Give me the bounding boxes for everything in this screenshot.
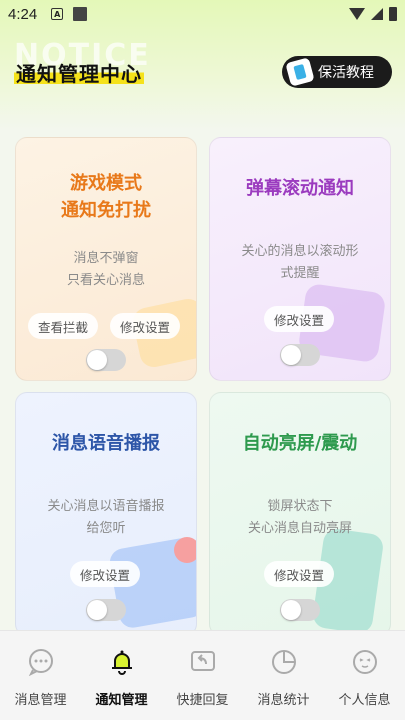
nav-message-management[interactable]: 消息管理 [0, 631, 81, 720]
nav-message-statistics[interactable]: 消息统计 [243, 631, 324, 720]
pie-chart-icon [269, 647, 299, 677]
app-notification-icon: A [51, 8, 64, 20]
nav-label: 个人信息 [338, 693, 391, 708]
game-mode-toggle[interactable] [86, 349, 126, 371]
card-title: 弹幕滚动通知 [246, 178, 354, 199]
view-intercepted-button[interactable]: 查看拦截 [28, 313, 99, 339]
card-title-line1: 游戏模式 [70, 173, 142, 194]
chat-bubble-icon [26, 647, 56, 677]
nav-label: 消息统计 [257, 693, 310, 708]
nav-personal-info[interactable]: 个人信息 [324, 631, 405, 720]
bottom-navigation: 消息管理 通知管理 快捷回复 消息统计 个人信息 [0, 630, 405, 720]
page-title: 通知管理中心 [14, 58, 144, 86]
voice-broadcast-card: 消息语音播报 关心消息以语音播报 给您听 修改设置 [15, 392, 197, 636]
voice-broadcast-toggle[interactable] [86, 599, 126, 621]
signal-icon [371, 8, 383, 20]
status-bar: 4:24 A [0, 0, 405, 28]
modify-settings-button[interactable]: 修改设置 [264, 306, 335, 332]
app-square-icon [73, 7, 88, 21]
bell-icon [107, 647, 137, 677]
card-desc-line2: 只看关心消息 [66, 273, 145, 288]
card-desc-line2: 给您听 [86, 521, 126, 536]
badge-illustration [174, 537, 196, 563]
card-desc-line1: 锁屏状态下 [267, 499, 333, 514]
reply-icon [188, 647, 218, 677]
phone-icon [285, 57, 315, 87]
auto-wake-card: 自动亮屏/震动 锁屏状态下 关心消息自动亮屏 修改设置 [209, 392, 391, 636]
modify-settings-button[interactable]: 修改设置 [110, 313, 181, 339]
nav-notification-management[interactable]: 通知管理 [81, 631, 162, 720]
card-desc-line2: 式提醒 [280, 266, 320, 281]
card-desc-line1: 消息不弹窗 [73, 251, 139, 266]
card-desc-line2: 关心消息自动亮屏 [247, 521, 352, 536]
card-desc-line1: 关心的消息以滚动形 [241, 244, 359, 259]
card-title: 自动亮屏/震动 [242, 433, 358, 454]
barrage-notification-card: 弹幕滚动通知 关心的消息以滚动形 式提醒 修改设置 [209, 137, 391, 381]
barrage-toggle[interactable] [280, 344, 320, 366]
nav-label: 快捷回复 [176, 693, 229, 708]
game-mode-card: 游戏模式 通知免打扰 消息不弹窗 只看关心消息 查看拦截 修改设置 [15, 137, 197, 381]
nav-label: 消息管理 [14, 693, 67, 708]
status-indicators [349, 7, 397, 21]
wifi-icon [349, 8, 365, 20]
person-face-icon [350, 647, 380, 677]
modify-settings-button[interactable]: 修改设置 [70, 561, 141, 587]
nav-quick-reply[interactable]: 快捷回复 [162, 631, 243, 720]
nav-label: 通知管理 [95, 693, 148, 708]
status-time: 4:24 [8, 5, 38, 23]
auto-wake-toggle[interactable] [280, 599, 320, 621]
card-title: 消息语音播报 [52, 433, 160, 454]
keep-alive-tutorial-button[interactable]: 保活教程 [282, 56, 392, 88]
card-title-line2: 通知免打扰 [61, 200, 151, 221]
card-desc-line1: 关心消息以语音播报 [47, 499, 165, 514]
tutorial-label: 保活教程 [318, 65, 374, 81]
modify-settings-button[interactable]: 修改设置 [264, 561, 335, 587]
battery-icon [389, 7, 397, 21]
